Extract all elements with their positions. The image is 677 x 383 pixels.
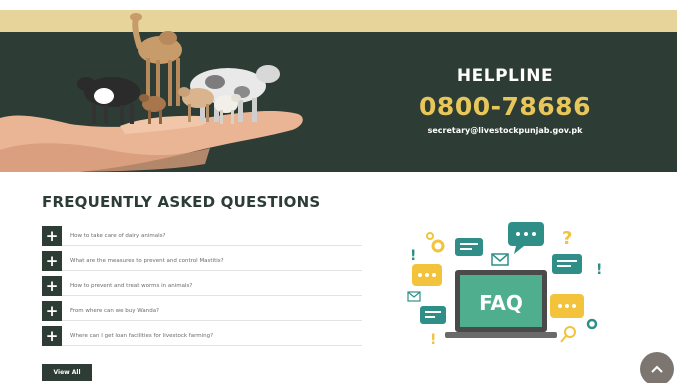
helpline-title: HELPLINE — [456, 66, 554, 86]
exclamation-icon: ! — [410, 248, 416, 264]
faq-item[interactable]: + How to prevent and treat worms in anim… — [42, 275, 362, 296]
faq-question: How to take care of dairy animals? — [70, 232, 166, 239]
plus-icon[interactable]: + — [42, 275, 62, 296]
helpline-phone-number[interactable]: 0800-78686 — [400, 92, 610, 121]
helpline-block: HELPLINE 0800-78686 secretary@livestockp… — [400, 66, 610, 135]
helpline-email[interactable]: secretary@livestockpunjab.gov.pk — [400, 126, 610, 135]
faq-question: From where can we buy Wanda? — [70, 307, 159, 314]
faq-item[interactable]: + From where can we buy Wanda? — [42, 300, 362, 321]
plus-icon[interactable]: + — [42, 250, 62, 271]
gear-icon — [431, 239, 445, 253]
faq-item[interactable]: + How to take care of dairy animals? — [42, 225, 362, 246]
gear-icon — [586, 318, 598, 330]
faq-question: How to prevent and treat worms in animal… — [70, 282, 193, 289]
plus-icon[interactable]: + — [42, 300, 62, 321]
view-all-button[interactable]: View All — [42, 364, 92, 381]
chat-bubble-icon — [552, 254, 582, 274]
plus-icon[interactable]: + — [42, 225, 62, 246]
laptop-base — [445, 332, 557, 338]
exclamation-icon: ! — [430, 332, 436, 348]
faq-item[interactable]: + What are the measures to prevent and c… — [42, 250, 362, 271]
chat-bubble-icon — [420, 306, 446, 324]
gear-icon — [426, 232, 434, 240]
faq-question: Where can I get loan facilities for live… — [70, 332, 214, 339]
chat-bubble-icon — [455, 238, 483, 256]
dark-cattle-figure — [77, 77, 140, 124]
livestock-hand-image — [0, 13, 303, 172]
question-mark-icon: ? — [562, 228, 572, 249]
faq-item[interactable]: + Where can I get loan facilities for li… — [42, 325, 362, 346]
faq-illustration: FAQ ? ! ! ! — [407, 222, 602, 348]
chevron-up-icon — [651, 365, 663, 373]
scroll-to-top-button[interactable] — [640, 352, 674, 383]
magnifier-icon — [564, 326, 576, 338]
exclamation-icon: ! — [596, 262, 602, 278]
faq-heading: FREQUENTLY ASKED QUESTIONS — [42, 193, 321, 211]
faq-screen-text: FAQ — [479, 291, 523, 315]
faq-list: + How to take care of dairy animals? + W… — [42, 225, 362, 351]
plus-icon[interactable]: + — [42, 325, 62, 346]
faq-question: What are the measures to prevent and con… — [70, 257, 224, 264]
